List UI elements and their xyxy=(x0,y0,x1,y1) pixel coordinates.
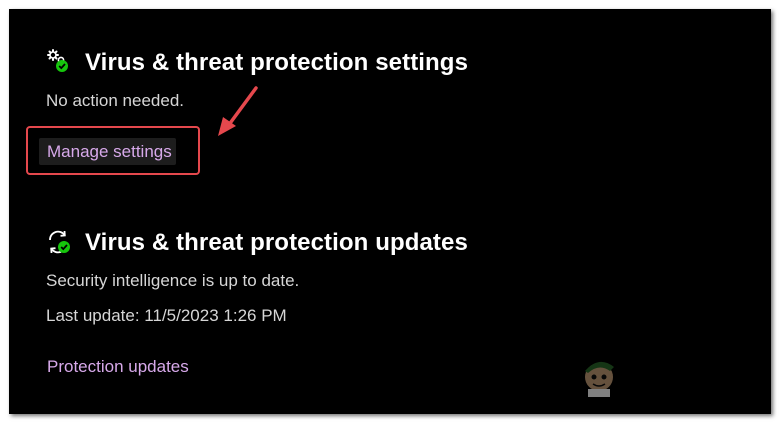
refresh-check-icon xyxy=(46,229,72,255)
defender-panel: Virus & threat protection settings No ac… xyxy=(9,9,771,414)
last-update-text: Last update: 11/5/2023 1:26 PM xyxy=(46,306,287,325)
updates-status-text: Security intelligence is up to date. xyxy=(46,271,300,290)
settings-section-title: Virus & threat protection settings xyxy=(85,49,469,76)
gear-settings-check-icon xyxy=(45,48,71,74)
updates-section-title: Virus & threat protection updates xyxy=(85,229,468,256)
annotation-highlight-box xyxy=(26,126,200,175)
protection-updates-link[interactable]: Protection updates xyxy=(47,357,189,377)
watermark-logo-icon xyxy=(585,361,614,397)
settings-status-text: No action needed. xyxy=(46,91,184,110)
annotation-arrow-icon xyxy=(218,86,258,136)
